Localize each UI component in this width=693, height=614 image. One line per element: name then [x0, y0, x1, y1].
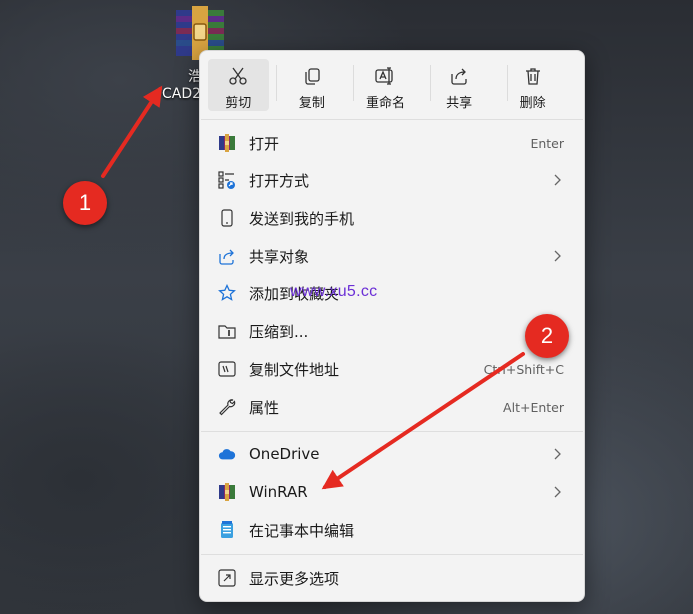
annotation-arrow-2: [321, 352, 525, 490]
annotation-badge-1: 1: [63, 181, 107, 225]
annotation-arrows: [101, 85, 525, 490]
annotation-badge-2: 2: [525, 314, 569, 358]
annotation-arrow-1: [101, 85, 163, 178]
